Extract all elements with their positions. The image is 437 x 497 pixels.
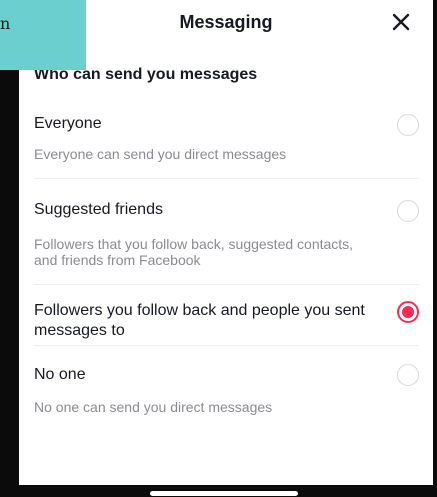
option-label: Followers you follow back and people you… [34, 302, 365, 339]
option-description: No one can send you direct messages [34, 399, 273, 415]
overlay-label: n [0, 0, 86, 70]
divider [34, 178, 419, 179]
option-suggested-friends[interactable]: Suggested friends Followers that you fol… [34, 200, 419, 268]
device-frame-left [0, 0, 19, 497]
radio-suggested-friends[interactable] [397, 200, 419, 222]
option-description: Everyone can send you direct messages [34, 146, 287, 162]
close-button[interactable] [389, 10, 413, 34]
divider [34, 284, 419, 285]
radio-no-one[interactable] [397, 364, 419, 386]
divider [34, 345, 419, 346]
option-everyone[interactable]: Everyone Everyone can send you direct me… [34, 114, 419, 162]
option-label: Everyone [34, 115, 102, 132]
radio-everyone[interactable] [397, 114, 419, 136]
home-indicator [150, 491, 298, 496]
option-description: Followers that you follow back, suggeste… [34, 236, 354, 268]
option-label: Suggested friends [34, 201, 163, 218]
overlay-label-text: n [0, 14, 11, 33]
device-frame-right [433, 0, 437, 497]
option-label: No one [34, 366, 86, 383]
close-icon [392, 13, 410, 31]
radio-followers-follow-back[interactable] [397, 301, 419, 323]
option-no-one[interactable]: No one No one can send you direct messag… [34, 364, 419, 415]
option-followers-follow-back[interactable]: Followers you follow back and people you… [34, 301, 419, 341]
